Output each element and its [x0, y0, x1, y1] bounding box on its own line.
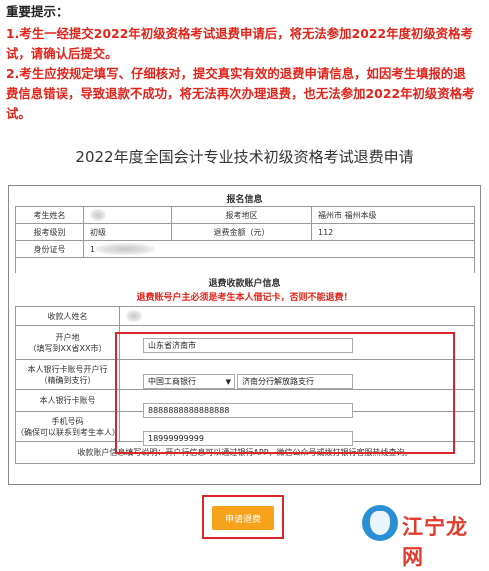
phone-label: 手机号码 （确保可以联系到考生本人） [16, 412, 120, 442]
notice-line: 2.考生应按规定填写、仔细核对，提交真实有效的退费申请信息，如因考生填报的退 [6, 67, 466, 81]
notice-title: 重要提示： [6, 4, 69, 19]
signup-table: 考生姓名 报考地区 福州市 福州本级 报考级别 初级 退费金额（元） 112 身… [15, 206, 475, 273]
refund-warning: 退费账号户主必须是考生本人借记卡，否则不能退费！ [136, 293, 353, 303]
id-label: 身份证号 [16, 241, 84, 258]
fee-label: 退费金额（元） [172, 224, 312, 241]
submit-refund-button[interactable]: 申请退费 [212, 506, 274, 530]
blurred-id [95, 243, 156, 255]
submit-highlight-box: 申请退费 [202, 495, 284, 539]
watermark-logo-icon [362, 505, 398, 541]
highlight-box [115, 332, 455, 454]
origin-label-line2: （填写到XX省XX市） [28, 343, 107, 353]
watermark: 江宁龙网 [362, 505, 486, 569]
notice-line: 试，请确认后提交。 [6, 47, 118, 61]
holder-value [120, 307, 475, 326]
phone-label-line2: （确保可以联系到考生本人） [16, 427, 120, 437]
origin-label: 开户地 （填写到XX省XX市） [16, 326, 120, 360]
notice-line: 试。 [6, 107, 31, 121]
blurred-name [90, 209, 106, 221]
origin-label-line1: 开户地 [55, 332, 80, 342]
bank-label-line1: 本人银行卡账号开户行 [27, 364, 108, 374]
bank-label-line2: （精确到支行） [39, 375, 96, 385]
name-label: 考生姓名 [16, 207, 84, 224]
blurred-holder [126, 310, 142, 322]
page-title: 2022年度全国会计专业技术初级资格考试退费申请 [75, 148, 414, 166]
holder-label: 收款人姓名 [16, 307, 120, 326]
bank-label: 本人银行卡账号开户行 （精确到支行） [16, 360, 120, 390]
important-notice: 重要提示： 1.考生一经提交2022年初级资格考试退费申请后，将无法参加2022… [6, 4, 484, 124]
area-label: 报考地区 [172, 207, 312, 224]
level-value: 初级 [84, 224, 172, 241]
area-value: 福州市 福州本级 [312, 207, 475, 224]
refund-section-header: 退费收款账户信息 [208, 279, 281, 289]
signup-section-header: 报名信息 [226, 195, 263, 205]
notice-line: 费信息错误，导致退款不成功，将无法再次办理退费，也无法参加2022年初级资格考 [6, 87, 475, 101]
level-label: 报考级别 [16, 224, 84, 241]
account-label: 本人银行卡账号 [16, 390, 120, 412]
phone-label-line1: 手机号码 [51, 416, 84, 426]
spacer [16, 258, 475, 273]
watermark-text: 江宁龙网 [402, 514, 468, 569]
id-value: 1 [84, 241, 475, 258]
fee-value: 112 [312, 224, 475, 241]
notice-line: 1.考生一经提交2022年初级资格考试退费申请后，将无法参加2022年度初级资格… [6, 27, 473, 41]
name-value [84, 207, 172, 224]
